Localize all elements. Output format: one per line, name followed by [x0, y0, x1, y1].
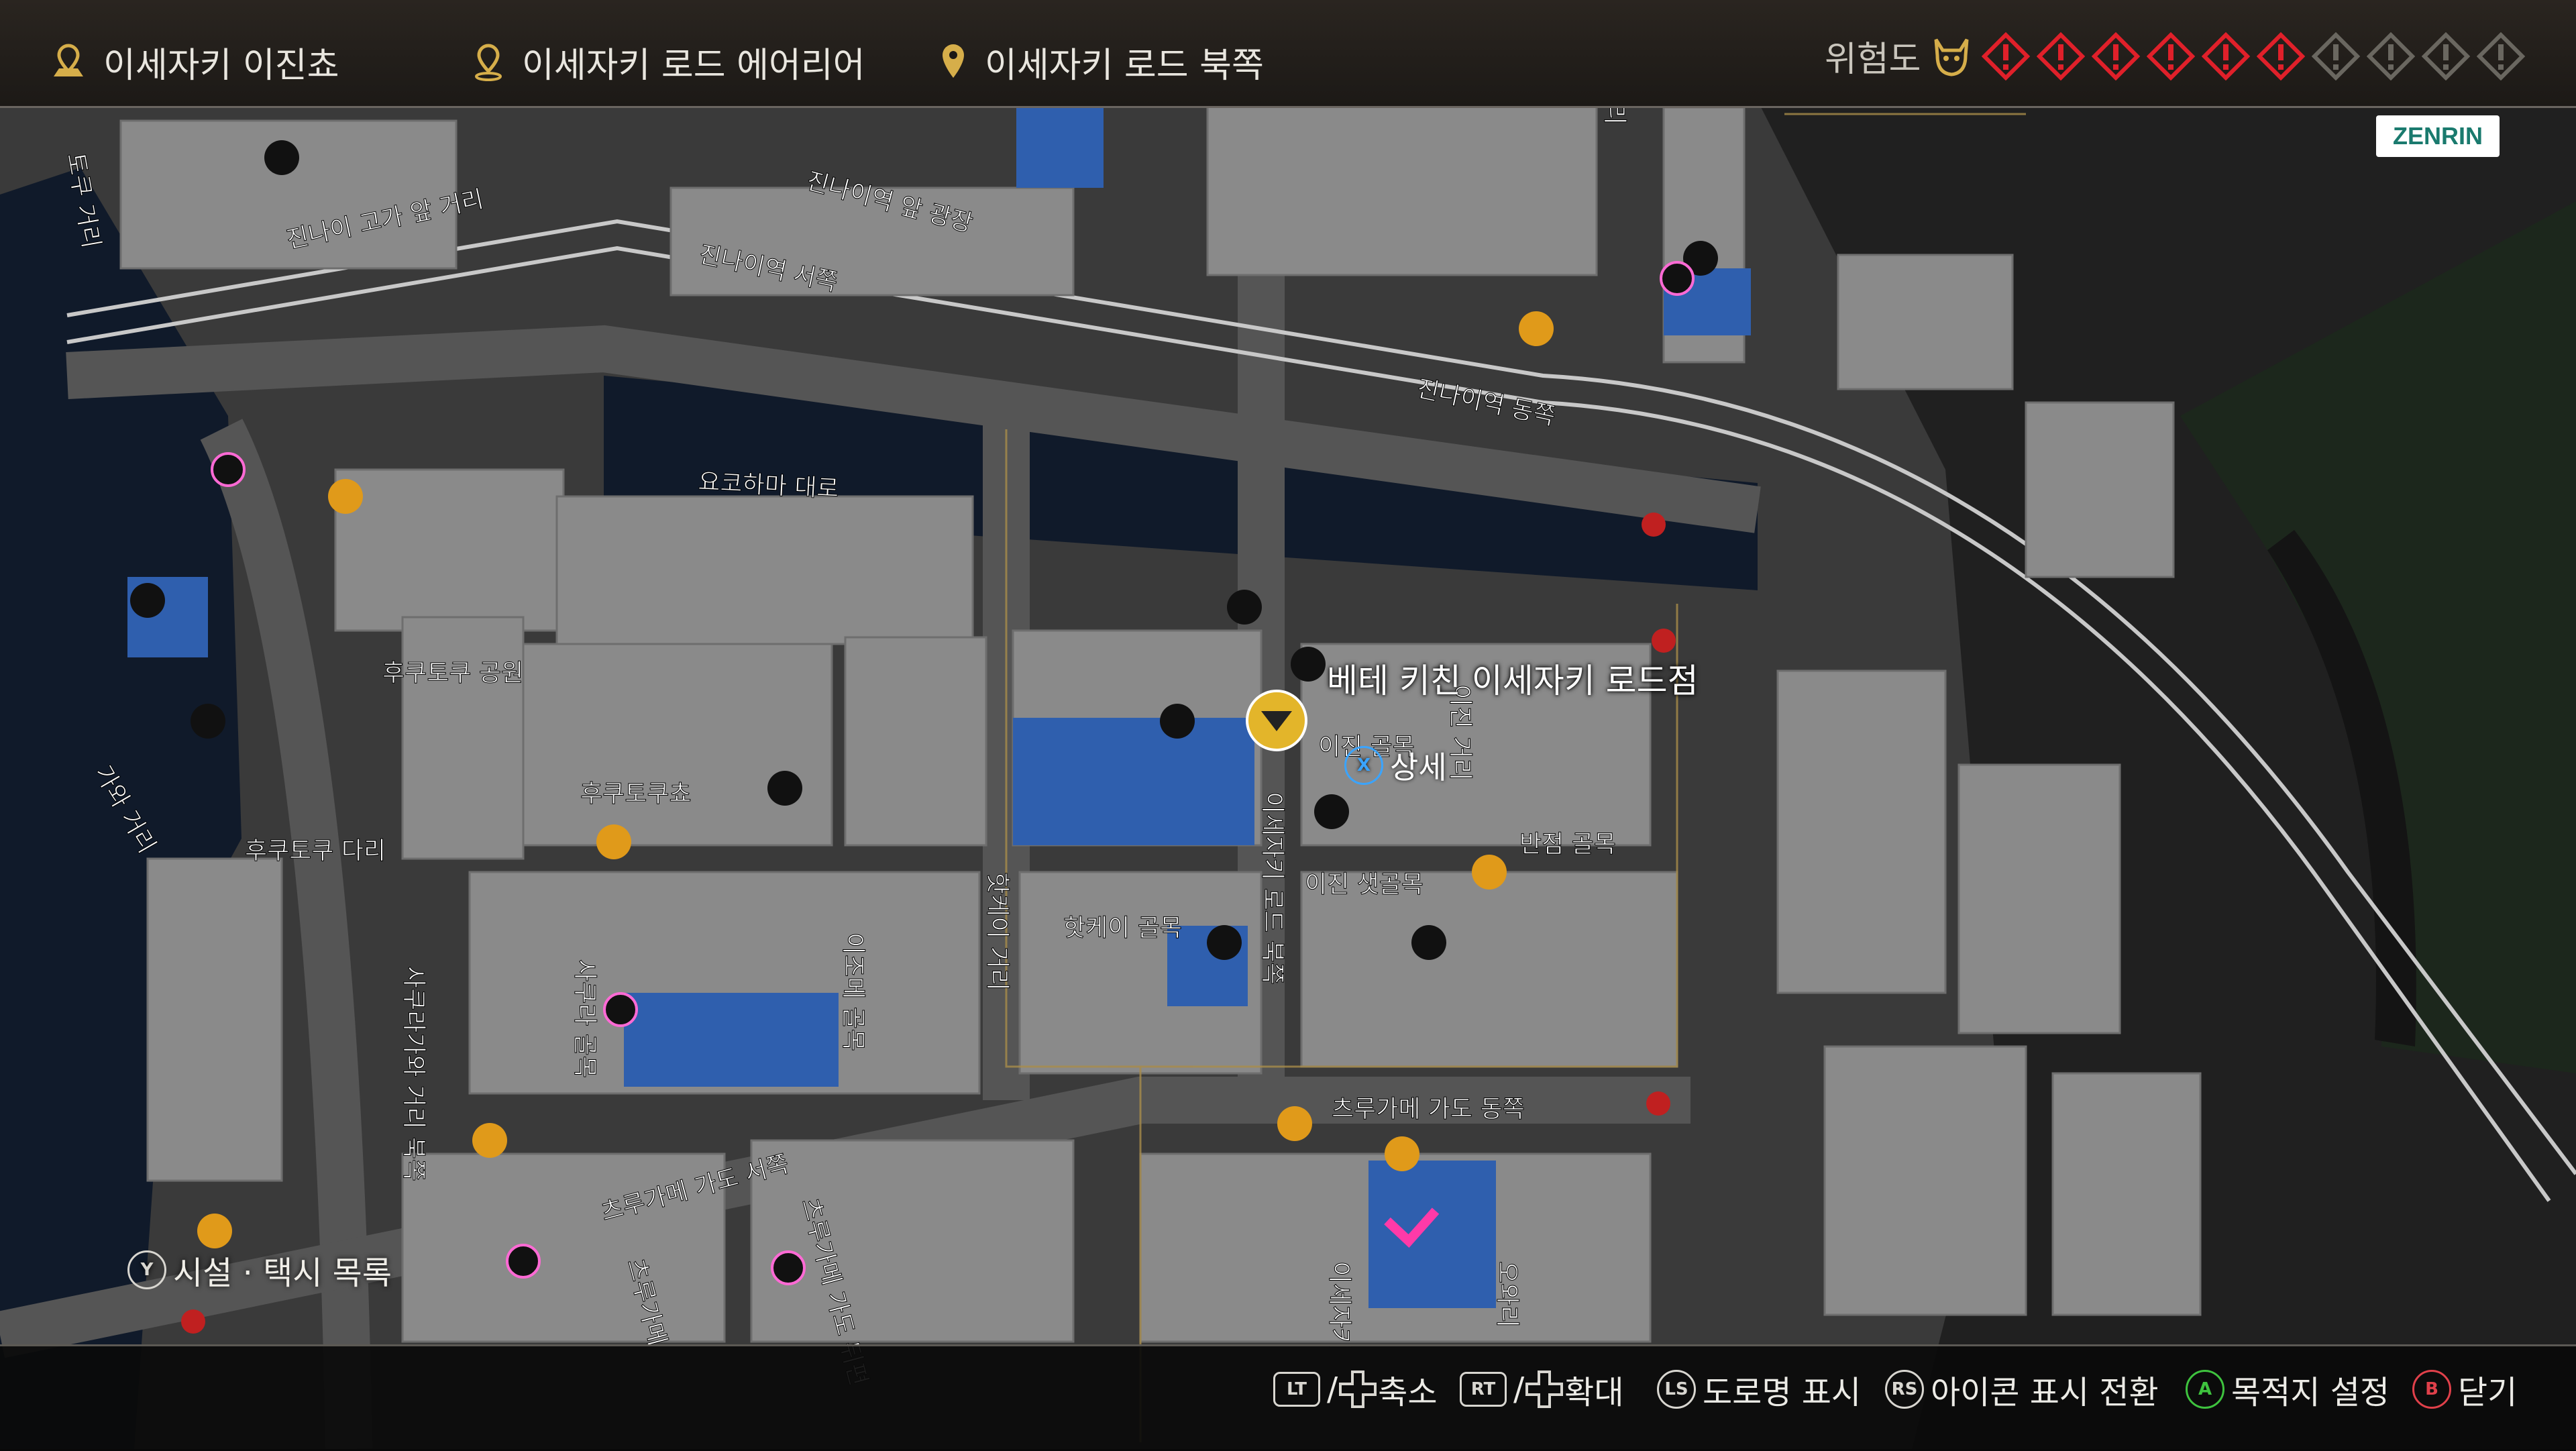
svg-text:사쿠라 골목: 사쿠라 골목	[571, 959, 598, 1078]
set-destination-control[interactable]: A 목적지 설정	[2186, 1366, 2390, 1413]
icon-display-label: 아이콘 표시 전환	[1931, 1374, 2159, 1411]
a-button-icon: A	[2186, 1370, 2224, 1409]
set-destination-label: 목적지 설정	[2231, 1374, 2390, 1411]
dpad-icon	[1339, 1371, 1377, 1408]
y-button-icon: Y	[127, 1250, 166, 1289]
detail-label: 상세	[1390, 749, 1447, 786]
danger-active-icon	[2036, 32, 2085, 80]
rs-button-icon: RS	[1885, 1370, 1924, 1409]
danger-active-icon	[2091, 32, 2140, 80]
svg-text:후쿠토쿠 공원: 후쿠토쿠 공원	[382, 659, 523, 687]
zoom-in-label: 확대	[1564, 1374, 1624, 1411]
map-pin-icon	[943, 44, 964, 78]
danger-active-icon	[2146, 32, 2195, 80]
svg-text:반점 골목: 반점 골목	[1519, 830, 1616, 858]
close-control[interactable]: B 닫기	[2412, 1366, 2517, 1413]
demon-icon	[1934, 38, 1969, 76]
location-pin-icon	[475, 44, 502, 81]
danger-active-icon	[2201, 32, 2250, 80]
danger-active-icon	[1981, 32, 2030, 80]
facility-list-button[interactable]: Y 시설 · 택시 목록	[127, 1246, 392, 1293]
svg-text:핫케이 골목: 핫케이 골목	[1063, 914, 1182, 942]
ls-button-icon: LS	[1657, 1370, 1696, 1409]
city-map[interactable]: 진나이 고가 앞 거리 진나이역 앞 광장 진나이역 서쪽 진나이역 동쪽 요코…	[0, 0, 2576, 1449]
icon-display-toggle[interactable]: RS 아이콘 표시 전환	[1885, 1366, 2159, 1413]
svg-text:핫케이 거리: 핫케이 거리	[983, 872, 1011, 991]
zoom-out-label: 축소	[1378, 1374, 1438, 1411]
rt-button-icon: RT	[1460, 1372, 1507, 1407]
breadcrumb-area: 이세자키 로드 에어리어	[470, 35, 865, 89]
lt-button-icon: LT	[1273, 1372, 1320, 1407]
dpad-icon	[1525, 1371, 1564, 1408]
highlight-block	[1013, 718, 1254, 845]
breadcrumb-label: 이세자키 이진쵸	[103, 45, 339, 86]
b-button-icon: B	[2412, 1370, 2451, 1409]
svg-text:사쿠라가와 거리 북쪽: 사쿠라가와 거리 북쪽	[400, 966, 427, 1181]
danger-inactive-icon	[2476, 32, 2525, 80]
danger-label: 위험도	[1825, 40, 1921, 80]
danger-inactive-icon	[2311, 32, 2360, 80]
breadcrumb-subarea: 이세자키 로드 북쪽	[936, 35, 1264, 89]
zenrin-watermark: ZENRIN	[2376, 115, 2500, 157]
street-name-toggle[interactable]: LS 도로명 표시	[1657, 1366, 1861, 1413]
svg-text:후쿠토쿠 다리: 후쿠토쿠 다리	[245, 837, 386, 865]
danger-inactive-icon	[2421, 32, 2470, 80]
danger-active-icon	[2256, 32, 2305, 80]
svg-text:츠루가메 가도 동쪽: 츠루가메 가도 동쪽	[1332, 1095, 1525, 1123]
danger-meter: 위험도	[1825, 31, 2525, 81]
breadcrumb-label: 이세자키 로드 북쪽	[985, 45, 1264, 86]
svg-text:후쿠토쿠쵸: 후쿠토쿠쵸	[580, 780, 692, 808]
svg-text:이세자키: 이세자키	[1326, 1261, 1353, 1350]
svg-text:오와리: 오와리	[1493, 1261, 1521, 1328]
breadcrumb-label: 이세자키 로드 에어리어	[522, 45, 865, 86]
svg-text:이조메 골목: 이조메 골목	[839, 932, 867, 1051]
zoom-out-control[interactable]: LT / 축소	[1273, 1366, 1438, 1413]
detail-button[interactable]: X 상세	[1344, 743, 1447, 788]
svg-text:이세자키 로드 북쪽: 이세자키 로드 북쪽	[1258, 792, 1286, 985]
area-pin-icon	[54, 44, 83, 76]
selected-location-title: 베테 키친 이세자키 로드점	[1327, 661, 1699, 700]
close-label: 닫기	[2458, 1374, 2518, 1411]
zoom-in-control[interactable]: RT / 확대	[1460, 1366, 1624, 1413]
danger-inactive-icon	[2366, 32, 2415, 80]
street-name-label: 도로명 표시	[1703, 1374, 1862, 1411]
separator: /	[1513, 1371, 1525, 1408]
separator: /	[1327, 1371, 1338, 1408]
danger-level	[1975, 32, 2525, 80]
facility-list-label: 시설 · 택시 목록	[173, 1254, 392, 1292]
svg-text:이진 샛골목: 이진 샛골목	[1305, 871, 1424, 898]
breadcrumb-district: 이세자키 이진쵸	[48, 35, 339, 89]
x-button-icon: X	[1344, 746, 1383, 785]
